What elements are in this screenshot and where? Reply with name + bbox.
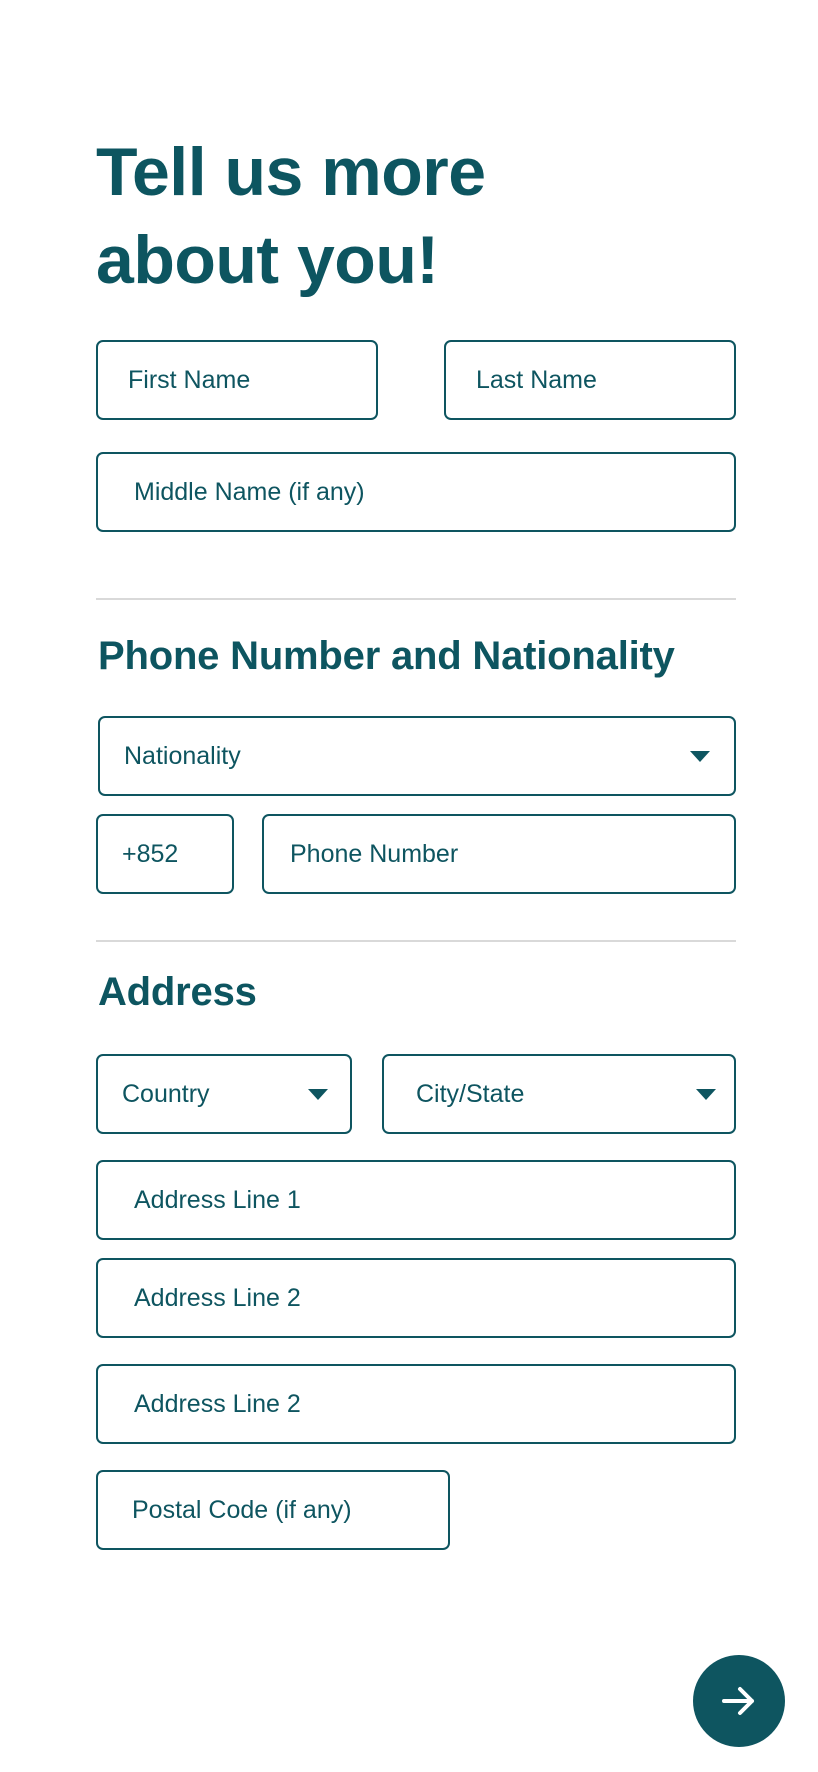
last-name-placeholder: Last Name xyxy=(476,365,597,394)
page-title-line2: about you! xyxy=(96,222,439,298)
address-line-2-field[interactable]: Address Line 2 xyxy=(96,1258,736,1338)
phone-number-field[interactable]: Phone Number xyxy=(262,814,736,894)
first-name-placeholder: First Name xyxy=(128,365,251,394)
address-line-3-field[interactable]: Address Line 2 xyxy=(96,1364,736,1444)
country-select-value: Country xyxy=(122,1079,210,1108)
country-select[interactable]: Country xyxy=(96,1054,352,1134)
next-button[interactable] xyxy=(693,1655,785,1747)
city-state-select[interactable]: City/State xyxy=(382,1054,736,1134)
chevron-down-icon xyxy=(696,1088,716,1100)
last-name-field[interactable]: Last Name xyxy=(444,340,736,420)
address-line-2-placeholder: Address Line 2 xyxy=(134,1283,301,1312)
page-title-line1: Tell us more xyxy=(96,134,486,210)
country-code-field[interactable]: +852 xyxy=(96,814,234,894)
section-divider xyxy=(96,940,736,942)
section-divider xyxy=(96,598,736,600)
page-title: Tell us more about you! xyxy=(96,128,696,304)
middle-name-placeholder: Middle Name (if any) xyxy=(134,477,365,506)
postal-code-field[interactable]: Postal Code (if any) xyxy=(96,1470,450,1550)
chevron-down-icon xyxy=(690,750,710,762)
phone-section-title: Phone Number and Nationality xyxy=(98,634,675,678)
address-section-title: Address xyxy=(98,970,257,1014)
chevron-down-icon xyxy=(308,1088,328,1100)
address-line-1-placeholder: Address Line 1 xyxy=(134,1185,301,1214)
phone-number-placeholder: Phone Number xyxy=(290,839,459,868)
first-name-field[interactable]: First Name xyxy=(96,340,378,420)
city-state-select-value: City/State xyxy=(416,1079,525,1108)
arrow-right-icon xyxy=(722,1687,754,1715)
nationality-select-value: Nationality xyxy=(124,741,241,770)
address-line-1-field[interactable]: Address Line 1 xyxy=(96,1160,736,1240)
postal-code-placeholder: Postal Code (if any) xyxy=(132,1495,352,1524)
middle-name-field[interactable]: Middle Name (if any) xyxy=(96,452,736,532)
nationality-select[interactable]: Nationality xyxy=(98,716,736,796)
address-line-3-placeholder: Address Line 2 xyxy=(134,1389,301,1418)
country-code-value: +852 xyxy=(122,839,179,868)
